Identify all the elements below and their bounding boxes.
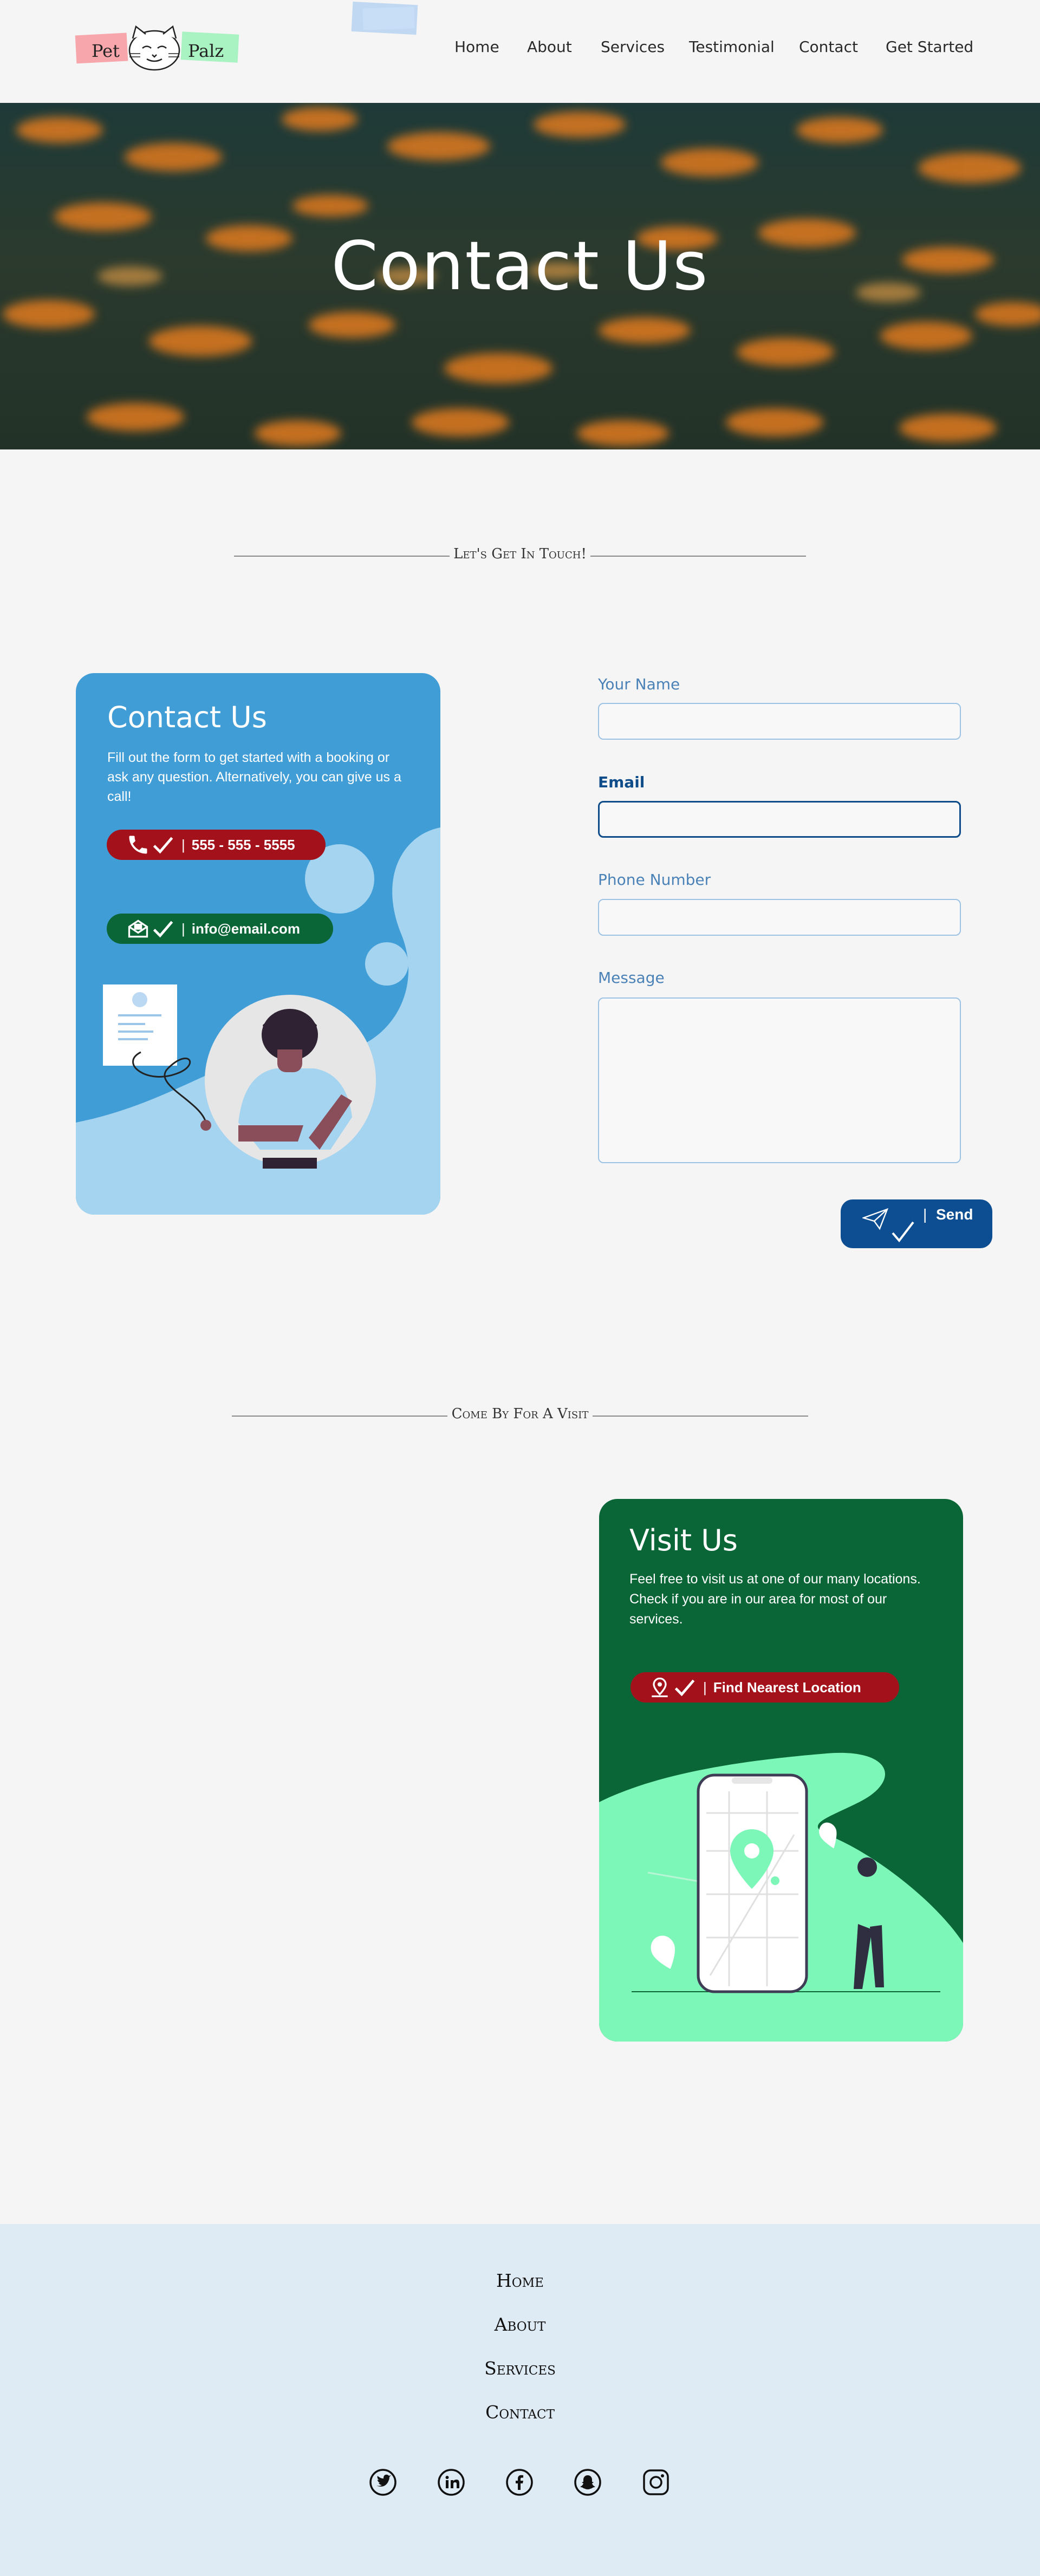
header-decoration bbox=[351, 0, 422, 43]
hero-title: Contact Us bbox=[331, 227, 709, 305]
phone-number: 555 - 555 - 5555 bbox=[191, 836, 295, 853]
nav-home[interactable]: Home bbox=[454, 38, 499, 56]
twitter-icon[interactable] bbox=[369, 2468, 397, 2496]
instagram-icon[interactable] bbox=[642, 2468, 670, 2496]
hero-banner: Contact Us bbox=[0, 103, 1040, 449]
paper-plane-icon bbox=[861, 1207, 889, 1231]
phone-label: Phone Number bbox=[598, 871, 711, 889]
email-label: Email bbox=[598, 773, 645, 791]
section-title-visit: Come By For A Visit bbox=[451, 1406, 589, 1422]
email-separator: | bbox=[181, 920, 185, 937]
visit-card-title: Visit Us bbox=[629, 1523, 738, 1557]
send-label: Send bbox=[936, 1206, 973, 1223]
footer-link-home[interactable]: Home bbox=[0, 2270, 1040, 2291]
visit-card-text: Feel free to visit us at one of our many… bbox=[629, 1571, 921, 1627]
nav-testimonial[interactable]: Testimonial bbox=[689, 38, 775, 56]
message-field[interactable] bbox=[598, 997, 961, 1163]
footer-link-services[interactable]: Services bbox=[0, 2358, 1040, 2379]
checkmark-icon bbox=[151, 833, 175, 857]
name-label: Your Name bbox=[598, 675, 680, 693]
contact-card-text: Fill out the form to get started with a … bbox=[107, 750, 401, 804]
find-location-label: Find Nearest Location bbox=[713, 1679, 861, 1695]
snapchat-icon[interactable] bbox=[574, 2468, 602, 2496]
logo-graphic: Pet Palz bbox=[75, 25, 239, 71]
message-label: Message bbox=[598, 969, 665, 987]
find-location-button[interactable]: | Find Nearest Location bbox=[630, 1672, 899, 1703]
contact-card: Contact Us Fill out the form to get star… bbox=[76, 673, 440, 1215]
nav-services[interactable]: Services bbox=[601, 38, 665, 56]
map-pin-icon bbox=[648, 1675, 672, 1699]
send-button[interactable]: | Send bbox=[841, 1199, 992, 1248]
divider-right bbox=[590, 556, 806, 557]
phone-icon bbox=[126, 833, 150, 857]
logo-word-pet: Pet bbox=[92, 41, 120, 61]
email-address: info@email.com bbox=[191, 920, 300, 937]
nav-get-started[interactable]: Get Started bbox=[886, 38, 973, 56]
checkmark-icon bbox=[151, 917, 175, 941]
logo[interactable]: Pet Palz bbox=[73, 24, 246, 73]
email-field[interactable] bbox=[598, 801, 961, 838]
name-field[interactable] bbox=[598, 703, 961, 740]
nav-about[interactable]: About bbox=[527, 38, 572, 56]
linkedin-icon[interactable] bbox=[437, 2468, 465, 2496]
phone-button[interactable]: | 555 - 555 - 5555 bbox=[107, 830, 326, 860]
facebook-icon[interactable] bbox=[505, 2468, 534, 2496]
location-separator: | bbox=[703, 1679, 707, 1695]
footer-link-contact[interactable]: Contact bbox=[0, 2402, 1040, 2423]
checkmark-icon bbox=[889, 1219, 916, 1244]
phone-field[interactable] bbox=[598, 899, 961, 936]
contact-card-title: Contact Us bbox=[107, 700, 267, 734]
footer-link-about[interactable]: About bbox=[0, 2314, 1040, 2335]
nav-contact[interactable]: Contact bbox=[799, 38, 858, 56]
visit-card: Visit Us Feel free to visit us at one of… bbox=[599, 1499, 963, 2042]
logo-word-palz: Palz bbox=[188, 41, 224, 61]
email-button[interactable]: | info@email.com bbox=[107, 914, 333, 944]
section-title-get-in-touch: Let's Get In Touch! bbox=[453, 546, 587, 562]
email-open-icon bbox=[126, 917, 150, 941]
divider-right bbox=[593, 1416, 808, 1417]
phone-separator: | bbox=[181, 836, 185, 853]
checkmark-icon bbox=[673, 1675, 697, 1699]
send-separator: | bbox=[923, 1206, 927, 1223]
